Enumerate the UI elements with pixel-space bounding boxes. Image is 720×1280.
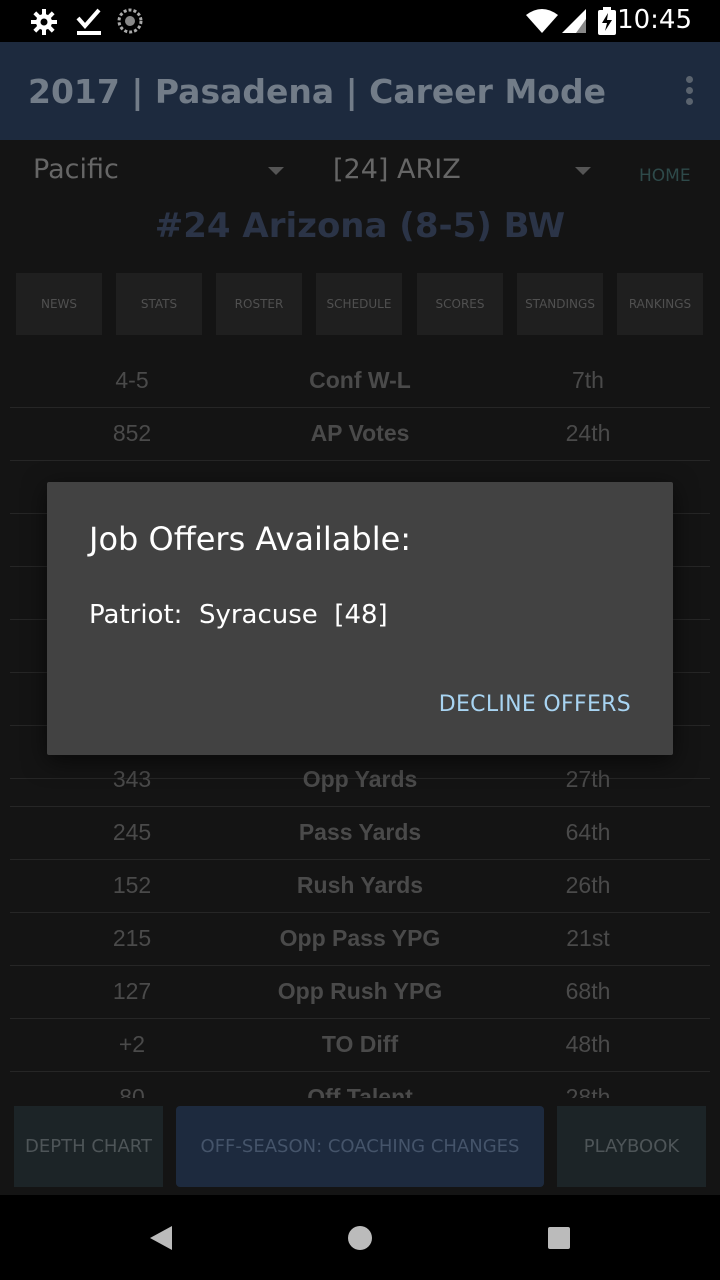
recents-square-icon[interactable]	[548, 1227, 570, 1254]
depth-chart-button[interactable]: DEPTH CHART	[14, 1106, 163, 1187]
stat-value: 152	[112, 872, 152, 898]
sync-icon	[117, 8, 143, 39]
dialog-title: Job Offers Available:	[89, 520, 412, 558]
stat-label: Opp Yards	[302, 766, 418, 792]
stat-rank: 68th	[565, 978, 611, 1004]
schedule-button[interactable]: SCHEDULE	[316, 273, 402, 335]
stat-rank: 64th	[565, 819, 611, 845]
team-dropdown-arrow-icon[interactable]	[575, 167, 591, 175]
download-done-icon	[76, 8, 102, 41]
team-header: #24 Arizona (8-5) BW	[154, 206, 566, 246]
stat-rank: 28th	[565, 1084, 611, 1098]
stats-button[interactable]: STATS	[116, 273, 202, 335]
home-link[interactable]: HOME	[639, 166, 691, 186]
conference-dropdown[interactable]: Pacific	[33, 154, 119, 185]
stat-row: 343 Opp Yards 27th	[10, 754, 710, 807]
stat-label: TO Diff	[321, 1031, 399, 1057]
roster-button[interactable]: ROSTER	[216, 273, 302, 335]
stat-value: 343	[112, 766, 152, 792]
stat-value: 127	[112, 978, 152, 1004]
stat-value: 852	[112, 420, 152, 446]
stat-row: 852 AP Votes 24th	[10, 408, 710, 461]
rankings-button[interactable]: RANKINGS	[617, 273, 703, 335]
status-time: 10:45	[617, 5, 692, 35]
signal-icon	[562, 9, 586, 38]
offseason-coaching-changes-button[interactable]: OFF-SEASON: COACHING CHANGES	[176, 1106, 544, 1187]
settings-icon	[30, 8, 58, 41]
news-button[interactable]: NEWS	[16, 273, 102, 335]
decline-offers-button[interactable]: DECLINE OFFERS	[439, 692, 631, 717]
home-circle-icon[interactable]	[348, 1226, 372, 1255]
stat-row: 245 Pass Yards 64th	[10, 807, 710, 860]
app-title: 2017 | Pasadena | Career Mode	[28, 72, 606, 111]
team-dropdown[interactable]: [24] ARIZ	[333, 154, 461, 185]
stat-label: Rush Yards	[296, 872, 424, 898]
stat-rank: 48th	[565, 1031, 611, 1057]
stat-rank: 27th	[565, 766, 611, 792]
stat-row: 127 Opp Rush YPG 68th	[10, 966, 710, 1019]
stat-rank: 21st	[566, 925, 610, 951]
stat-value: +2	[118, 1031, 146, 1057]
app-bar: 2017 | Pasadena | Career Mode	[0, 42, 720, 140]
stat-row: +2 TO Diff 48th	[10, 1019, 710, 1072]
stat-rank: 24th	[565, 420, 611, 446]
stat-label: Pass Yards	[298, 819, 422, 845]
stat-value: 215	[112, 925, 152, 951]
conference-dropdown-arrow-icon[interactable]	[268, 167, 284, 175]
more-vert-icon[interactable]	[684, 76, 694, 106]
system-nav-bar	[0, 1195, 720, 1280]
stat-value: 80	[119, 1084, 145, 1098]
stat-rank: 7th	[572, 367, 604, 393]
stat-label: Conf W-L	[309, 367, 411, 393]
wifi-icon	[526, 9, 558, 38]
dialog-message: Patriot: Syracuse [48]	[89, 600, 388, 630]
stat-label: AP Votes	[310, 420, 410, 446]
scores-button[interactable]: SCORES	[417, 273, 503, 335]
stat-row-partial: 80 Off Talent 28th	[10, 1072, 710, 1098]
job-offers-dialog: Job Offers Available: Patriot: Syracuse …	[47, 482, 673, 755]
stat-row: 4-5 Conf W-L 7th	[10, 355, 710, 408]
stat-rank: 26th	[565, 872, 611, 898]
stat-row: 152 Rush Yards 26th	[10, 860, 710, 913]
stat-label: Off Talent	[307, 1084, 413, 1098]
status-bar: 10:45	[0, 0, 720, 42]
stat-value: 4-5	[115, 367, 149, 393]
standings-button[interactable]: STANDINGS	[517, 273, 603, 335]
stat-label: Opp Rush YPG	[277, 978, 443, 1004]
stat-row: 215 Opp Pass YPG 21st	[10, 913, 710, 966]
stat-label: Opp Pass YPG	[279, 925, 441, 951]
stat-value: 245	[112, 819, 152, 845]
back-icon[interactable]	[150, 1226, 172, 1255]
battery-charging-icon	[598, 7, 616, 40]
playbook-button[interactable]: PLAYBOOK	[557, 1106, 706, 1187]
